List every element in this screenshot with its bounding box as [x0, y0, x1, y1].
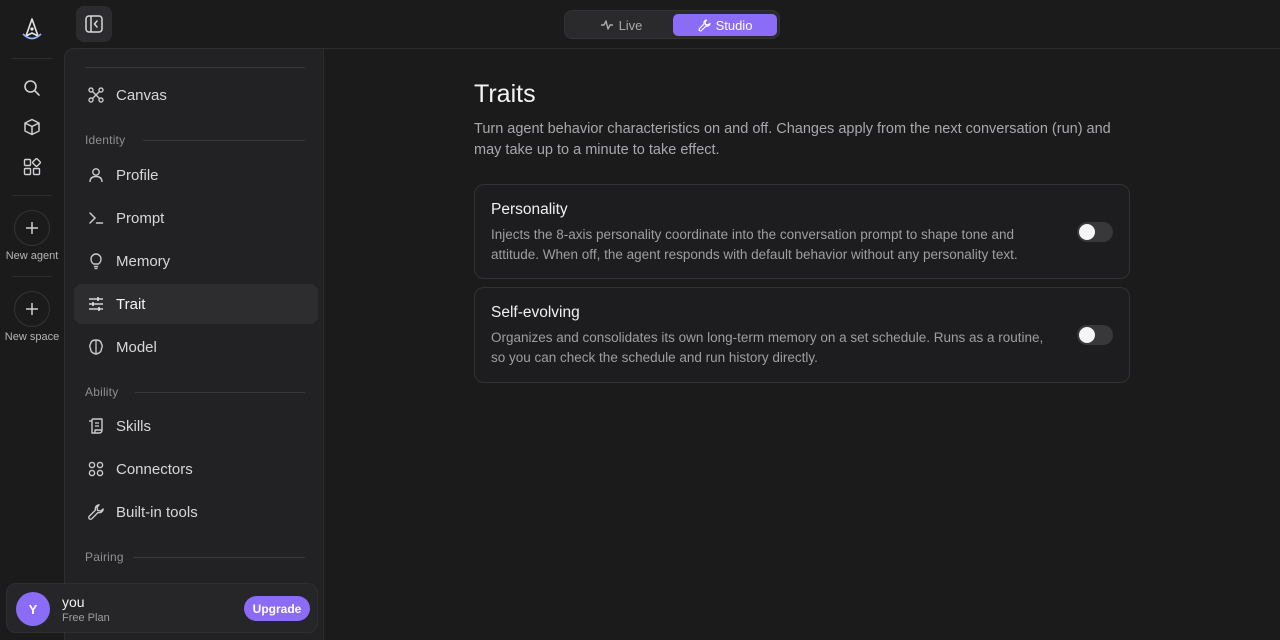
sidebar-item-label: Connectors: [116, 460, 193, 478]
sidebar-item-built-in-tools[interactable]: Built-in tools: [74, 492, 318, 532]
section-divider: [133, 557, 305, 558]
sidebar-item-label: Built-in tools: [116, 503, 198, 521]
collapse-sidebar-button[interactable]: [76, 6, 112, 42]
plus-icon: [26, 222, 38, 234]
app-logo-icon[interactable]: [18, 16, 46, 44]
search-icon[interactable]: [20, 76, 44, 100]
lightbulb-icon: [86, 251, 106, 271]
live-mode-label: Live: [618, 17, 643, 33]
mode-switch: Live Studio: [564, 10, 780, 39]
header-divider: [324, 48, 1280, 49]
user-plan: Free Plan: [62, 612, 110, 624]
brain-icon: [86, 337, 106, 357]
sliders-icon: [86, 294, 106, 314]
section-divider: [135, 392, 305, 393]
trait-card-personality: Personality Injects the 8-axis personali…: [474, 184, 1130, 279]
live-mode-button[interactable]: Live: [569, 14, 673, 36]
upgrade-button[interactable]: Upgrade: [244, 596, 310, 621]
sidebar-item-canvas[interactable]: Canvas: [74, 75, 318, 115]
studio-mode-label: Studio: [715, 17, 753, 33]
sidebar-item-label: Prompt: [116, 209, 165, 227]
terminal-icon: [86, 208, 106, 228]
sidebar-item-label: Skills: [116, 417, 152, 435]
canvas-icon: [86, 85, 106, 105]
sidebar-item-label: Canvas: [116, 86, 167, 104]
plus-icon: [26, 303, 38, 315]
sidebar-item-label: Memory: [116, 252, 171, 270]
scroll-icon: [86, 416, 106, 436]
section-header-identity: Identity: [85, 133, 126, 147]
sidebar-item-trait[interactable]: Trait: [74, 284, 318, 324]
personality-toggle[interactable]: [1077, 222, 1113, 242]
connectors-icon: [86, 459, 106, 479]
rail-divider: [12, 58, 52, 59]
user-icon: [86, 165, 106, 185]
trait-card-self-evolving: Self-evolving Organizes and consolidates…: [474, 287, 1130, 383]
sidebar-divider: [85, 67, 305, 68]
trait-title: Self-evolving: [491, 304, 580, 321]
sidebar-item-profile[interactable]: Profile: [74, 155, 318, 195]
new-space-label: New space: [4, 331, 60, 343]
page-title: Traits: [474, 80, 536, 108]
studio-mode-button[interactable]: Studio: [673, 14, 777, 36]
trait-description: Organizes and consolidates its own long-…: [491, 330, 1044, 365]
sidebar-item-model[interactable]: Model: [74, 327, 318, 367]
toggle-knob: [1079, 224, 1095, 240]
trait-description: Injects the 8-axis personality coordinat…: [491, 227, 1018, 262]
sidebar-item-label: Profile: [116, 166, 159, 184]
user-name: you: [62, 594, 85, 610]
toggle-knob: [1079, 327, 1095, 343]
avatar[interactable]: Y: [16, 592, 50, 626]
sidebar-item-memory[interactable]: Memory: [74, 241, 318, 281]
sidebar-item-label: Model: [116, 338, 157, 356]
wrench-icon: [86, 502, 106, 522]
self-evolving-toggle[interactable]: [1077, 325, 1113, 345]
section-header-ability: Ability: [85, 385, 119, 399]
section-divider: [143, 140, 305, 141]
settings-sidebar: Canvas Identity Profile Prompt Memory Tr…: [64, 48, 324, 640]
section-header-pairing: Pairing: [85, 550, 124, 564]
new-agent-button[interactable]: [14, 210, 50, 246]
cube-icon[interactable]: [20, 115, 44, 139]
sidebar-item-label: Trait: [116, 295, 146, 313]
new-agent-label: New agent: [5, 250, 59, 262]
trait-title: Personality: [491, 201, 568, 218]
rail-divider: [12, 276, 52, 277]
apps-icon[interactable]: [20, 155, 44, 179]
sidebar-item-prompt[interactable]: Prompt: [74, 198, 318, 238]
user-account-card[interactable]: Y you Free Plan Upgrade: [6, 583, 318, 633]
new-space-button[interactable]: [14, 291, 50, 327]
left-rail: New agent New space: [0, 0, 64, 640]
pulse-icon: [600, 20, 613, 30]
sidebar-collapse-icon: [85, 15, 103, 33]
wrench-icon: [698, 18, 711, 31]
sidebar-item-skills[interactable]: Skills: [74, 406, 318, 446]
sidebar-item-connectors[interactable]: Connectors: [74, 449, 318, 489]
page-description: Turn agent behavior characteristics on a…: [474, 121, 1111, 158]
rail-divider: [12, 195, 52, 196]
